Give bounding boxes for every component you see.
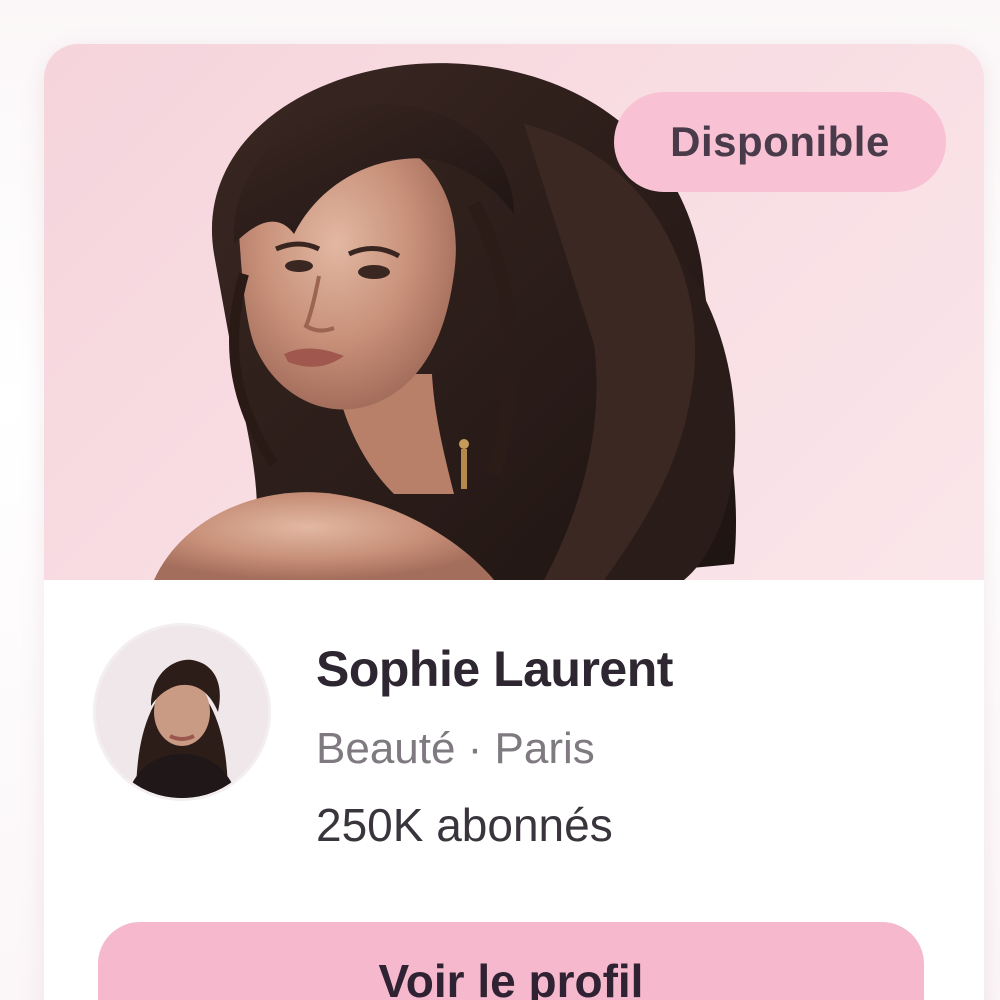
page-canvas: Disponible Sophie Laurent Beauté · Paris… — [0, 0, 1000, 1000]
view-profile-button[interactable]: Voir le profil — [98, 922, 924, 1000]
profile-name: Sophie Laurent — [316, 641, 673, 697]
avatar[interactable] — [96, 626, 268, 798]
status-badge: Disponible — [614, 92, 946, 192]
influencer-card[interactable]: Disponible Sophie Laurent Beauté · Paris… — [44, 44, 984, 1000]
profile-info: Sophie Laurent Beauté · Paris 250K abonn… — [44, 580, 984, 1000]
followers-count: 250K abonnés — [316, 799, 613, 851]
avatar-portrait-image — [96, 626, 268, 798]
hero-photo: Disponible — [44, 44, 984, 580]
profile-category: Beauté · Paris — [316, 724, 595, 773]
